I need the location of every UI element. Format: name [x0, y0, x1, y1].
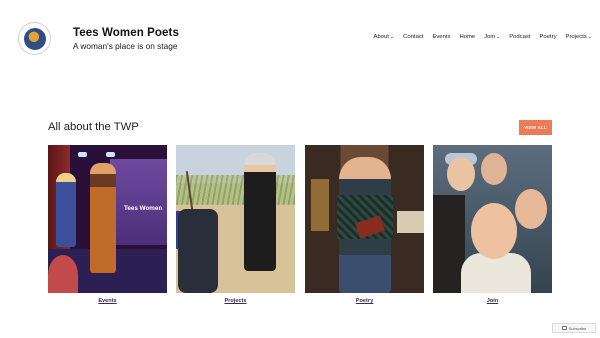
- body-figure: [461, 253, 531, 293]
- site-logo[interactable]: [18, 22, 51, 55]
- card-label-projects[interactable]: Projects: [176, 298, 295, 304]
- performer-figure: [56, 173, 76, 247]
- poetry-image[interactable]: [305, 145, 424, 293]
- events-image[interactable]: Tees Women: [48, 145, 167, 293]
- nav-item-podcast[interactable]: Podcast: [509, 34, 530, 40]
- chevron-down-icon: ⌄: [587, 34, 592, 40]
- site-tagline: A woman's place is on stage: [73, 41, 178, 51]
- card-events[interactable]: Tees Women Events: [48, 145, 167, 304]
- card-join[interactable]: Join: [433, 145, 552, 304]
- nav-label: Home: [459, 34, 476, 40]
- chevron-down-icon: ⌄: [495, 34, 501, 40]
- site-title[interactable]: Tees Women Poets: [73, 27, 179, 39]
- dune-grass: [176, 175, 295, 205]
- nav-label: Contact: [403, 34, 424, 40]
- nav-label: Join: [484, 34, 495, 40]
- nav-item-join[interactable]: Join⌄: [484, 34, 500, 40]
- join-image[interactable]: [433, 145, 552, 293]
- performer-figure: [90, 163, 116, 273]
- face-figure: [515, 189, 547, 229]
- subscribe-label: Subscribe: [568, 325, 587, 331]
- nav-label: Podcast: [509, 34, 531, 40]
- audience-figure: [48, 255, 78, 293]
- main-navigation: About⌄ Contact Events Home Join⌄ Podcast…: [365, 34, 592, 40]
- projects-image[interactable]: [176, 145, 295, 293]
- camera-icon: [178, 209, 218, 293]
- logo-emblem-icon: [23, 27, 46, 50]
- card-projects[interactable]: Projects: [176, 145, 295, 304]
- subscribe-button[interactable]: Subscribe: [552, 323, 596, 333]
- card-label-poetry[interactable]: Poetry: [305, 298, 424, 304]
- poet-figure: [244, 153, 276, 271]
- nav-label: Poetry: [539, 34, 557, 40]
- stage-light-icon: [78, 152, 87, 157]
- stage-light-icon: [106, 152, 115, 157]
- card-poetry[interactable]: Poetry: [305, 145, 424, 304]
- nav-item-home[interactable]: Home: [459, 34, 475, 40]
- screen-text: Tees Women: [124, 205, 163, 212]
- view-all-button[interactable]: VIEW ALL: [519, 120, 552, 135]
- nav-item-about[interactable]: About⌄: [374, 34, 395, 40]
- reader-icon: [561, 326, 567, 330]
- nav-item-projects[interactable]: Projects⌄: [566, 34, 592, 40]
- nav-item-events[interactable]: Events: [432, 34, 450, 40]
- nav-item-contact[interactable]: Contact: [403, 34, 423, 40]
- nav-label: Projects: [565, 34, 587, 40]
- nav-item-poetry[interactable]: Poetry: [539, 34, 556, 40]
- chevron-down-icon: ⌄: [389, 34, 395, 40]
- window-shape: [311, 179, 329, 231]
- nav-label: Events: [432, 34, 451, 40]
- nav-label: About: [373, 34, 389, 40]
- wall-plaque: [397, 211, 424, 233]
- face-figure: [471, 203, 517, 259]
- section-title: All about the TWP: [48, 121, 139, 133]
- card-label-join[interactable]: Join: [433, 298, 552, 304]
- face-figure: [481, 153, 507, 185]
- card-label-events[interactable]: Events: [48, 298, 167, 304]
- face-figure: [447, 157, 475, 191]
- stage-screen: [110, 159, 167, 245]
